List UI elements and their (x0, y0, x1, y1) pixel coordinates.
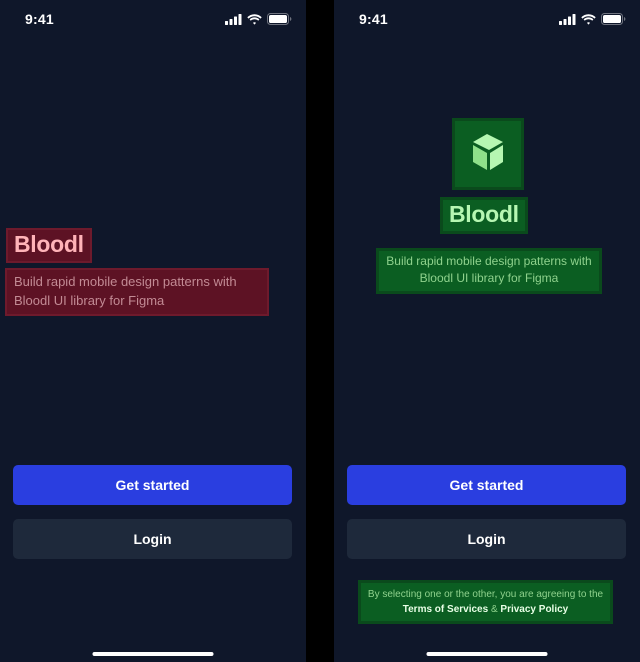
battery-icon (267, 13, 292, 25)
cellular-signal-icon (225, 13, 242, 25)
legal-prefix: By selecting one or the other, you are a… (367, 589, 604, 600)
brand-tagline: Build rapid mobile design patterns with … (376, 248, 602, 294)
login-button[interactable]: Login (13, 519, 292, 559)
cube-logo-icon (465, 129, 511, 180)
screens-comparison: 9:41 Bloodl Build rapid mobile design pa… (0, 0, 640, 662)
status-icons (225, 13, 292, 25)
legal-conjunction: & (490, 604, 498, 615)
brand-title: Bloodl (6, 228, 92, 263)
brand-logo (452, 118, 524, 190)
welcome-screen-right: 9:41 Bloodl Build rapid mobile design pa… (334, 0, 640, 662)
status-icons (559, 13, 626, 25)
get-started-button[interactable]: Get started (13, 465, 292, 505)
home-indicator (426, 652, 548, 656)
terms-of-service-link[interactable]: Terms of Services (403, 604, 488, 615)
cellular-signal-icon (559, 13, 576, 25)
status-bar: 9:41 (0, 0, 306, 40)
wifi-icon (581, 13, 596, 25)
get-started-button[interactable]: Get started (347, 465, 626, 505)
brand-tagline: Build rapid mobile design patterns with … (5, 268, 269, 316)
legal-notice: By selecting one or the other, you are a… (358, 580, 613, 624)
home-indicator (92, 652, 214, 656)
wifi-icon (247, 13, 262, 25)
privacy-policy-link[interactable]: Privacy Policy (500, 604, 568, 615)
status-time: 9:41 (359, 11, 388, 27)
brand-title: Bloodl (440, 197, 528, 234)
welcome-screen-left: 9:41 Bloodl Build rapid mobile design pa… (0, 0, 306, 662)
login-button[interactable]: Login (347, 519, 626, 559)
status-bar: 9:41 (334, 0, 640, 40)
battery-icon (601, 13, 626, 25)
status-time: 9:41 (25, 11, 54, 27)
